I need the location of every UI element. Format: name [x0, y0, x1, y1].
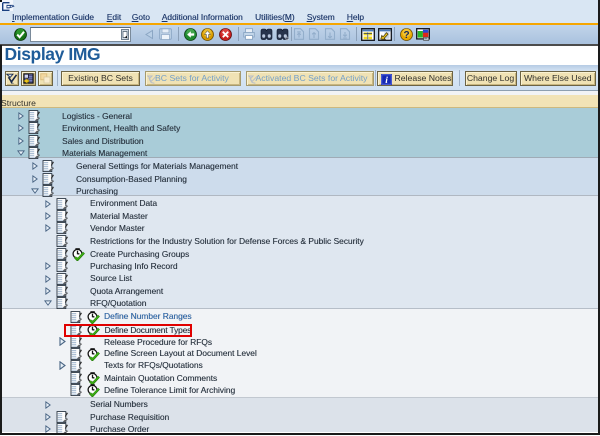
svg-text:?: ? — [403, 30, 409, 41]
svg-text:i: i — [385, 76, 388, 85]
